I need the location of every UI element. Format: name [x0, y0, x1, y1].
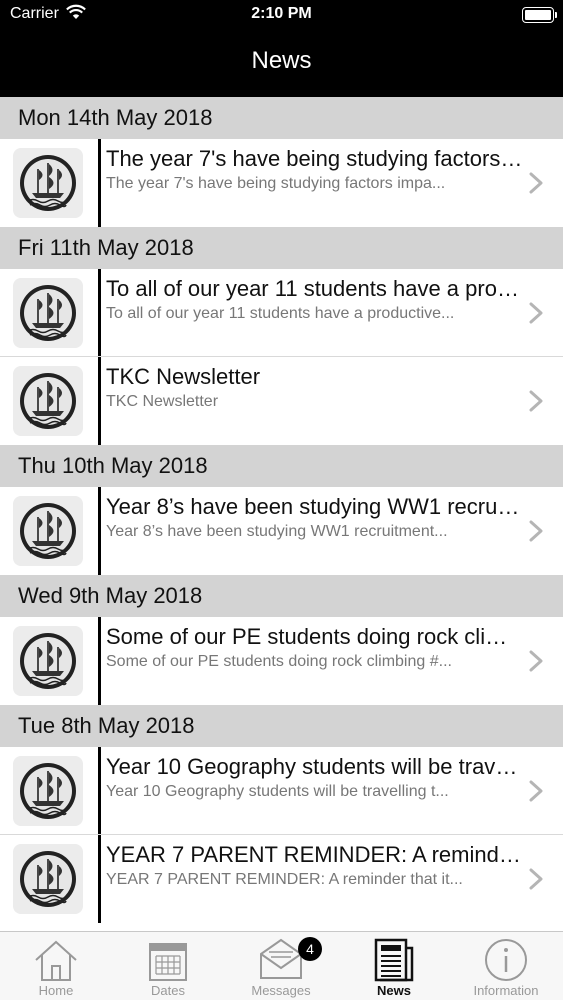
chevron-right-icon	[529, 868, 543, 895]
row-divider	[98, 269, 101, 356]
news-title: Some of our PE students doing rock climb…	[106, 624, 523, 649]
tab-messages-label: Messages	[251, 983, 311, 998]
news-row-text: YEAR 7 PARENT REMINDER: A reminder that …	[106, 840, 523, 891]
news-title: The year 7's have being studying factors…	[106, 146, 523, 171]
tab-dates[interactable]: Dates	[112, 932, 224, 1000]
news-row[interactable]: To all of our year 11 students have a pr…	[0, 269, 563, 357]
chevron-right-icon	[529, 650, 543, 677]
news-preview: Some of our PE students doing rock climb…	[106, 653, 452, 670]
school-crest-thumbnail	[13, 148, 83, 218]
chevron-right-icon	[529, 390, 543, 417]
tab-bar: Home Dates Messages 4 News Information	[0, 931, 563, 1000]
school-crest-thumbnail	[13, 756, 83, 826]
messages-badge: 4	[298, 937, 322, 961]
news-row[interactable]: TKC Newsletter TKC Newsletter	[0, 357, 563, 445]
news-preview: YEAR 7 PARENT REMINDER: A reminder that …	[106, 871, 463, 888]
news-title: Year 10 Geography students will be trave…	[106, 754, 523, 779]
tab-home[interactable]: Home	[0, 932, 112, 1000]
section-header-date: Wed 9th May 2018	[0, 575, 563, 617]
calendar-icon	[144, 936, 192, 984]
row-divider	[98, 487, 101, 575]
tab-home-label: Home	[38, 983, 74, 998]
school-crest-thumbnail	[13, 844, 83, 914]
school-crest-thumbnail	[13, 496, 83, 566]
news-row[interactable]: Some of our PE students doing rock climb…	[0, 617, 563, 705]
news-title: Year 8’s have been studying WW1 recruitm…	[106, 494, 523, 519]
chevron-right-icon	[529, 520, 543, 547]
page-title: News	[251, 47, 312, 74]
chevron-right-icon	[529, 780, 543, 807]
row-divider	[98, 357, 101, 445]
school-crest-thumbnail	[13, 366, 83, 436]
home-icon	[32, 936, 80, 984]
news-title: To all of our year 11 students have a pr…	[106, 276, 523, 301]
news-list[interactable]: Mon 14th May 2018 The year 7's have being…	[0, 97, 563, 931]
news-row-text: Year 8’s have been studying WW1 recruitm…	[106, 492, 523, 543]
news-row[interactable]: YEAR 7 PARENT REMINDER: A reminder that …	[0, 835, 563, 923]
news-preview: To all of our year 11 students have a pr…	[106, 305, 455, 322]
row-divider	[98, 617, 101, 705]
school-crest-thumbnail	[13, 278, 83, 348]
news-preview: Year 8’s have been studying WW1 recruitm…	[106, 523, 448, 540]
news-row[interactable]: Year 10 Geography students will be trave…	[0, 747, 563, 835]
tab-news-label: News	[377, 983, 411, 998]
news-row-text: Year 10 Geography students will be trave…	[106, 752, 523, 803]
section-header-date: Thu 10th May 2018	[0, 445, 563, 487]
news-row[interactable]: Year 8’s have been studying WW1 recruitm…	[0, 487, 563, 575]
section-header-date: Mon 14th May 2018	[0, 97, 563, 139]
section-header-date: Fri 11th May 2018	[0, 227, 563, 269]
top-bar: Carrier 2:10 PM News	[0, 0, 563, 97]
tab-dates-label: Dates	[151, 983, 185, 998]
battery-full-icon	[522, 7, 557, 23]
info-icon	[482, 936, 530, 984]
news-row[interactable]: The year 7's have being studying factors…	[0, 139, 563, 227]
row-divider	[98, 747, 101, 834]
tab-information-label: Information	[473, 983, 539, 998]
tab-news[interactable]: News	[338, 932, 450, 1000]
row-divider	[98, 835, 101, 923]
section-header-date: Tue 8th May 2018	[0, 705, 563, 747]
news-row-text: To all of our year 11 students have a pr…	[106, 274, 523, 325]
envelope-icon	[257, 936, 305, 984]
tab-information[interactable]: Information	[450, 932, 562, 1000]
news-row-text: Some of our PE students doing rock climb…	[106, 622, 523, 673]
news-row-text: TKC Newsletter TKC Newsletter	[106, 362, 523, 413]
status-time: 2:10 PM	[251, 5, 312, 22]
chevron-right-icon	[529, 172, 543, 199]
news-title: TKC Newsletter	[106, 364, 261, 389]
chevron-right-icon	[529, 302, 543, 329]
newspaper-icon	[370, 936, 418, 984]
news-preview: The year 7's have being studying factors…	[106, 175, 446, 192]
news-preview: Year 10 Geography students will be trave…	[106, 783, 449, 800]
news-preview: TKC Newsletter	[106, 393, 219, 410]
news-title: YEAR 7 PARENT REMINDER: A reminder that …	[106, 842, 523, 867]
news-row-text: The year 7's have being studying factors…	[106, 144, 523, 195]
school-crest-thumbnail	[13, 626, 83, 696]
status-bar: Carrier 2:10 PM	[0, 0, 563, 30]
row-divider	[98, 139, 101, 227]
